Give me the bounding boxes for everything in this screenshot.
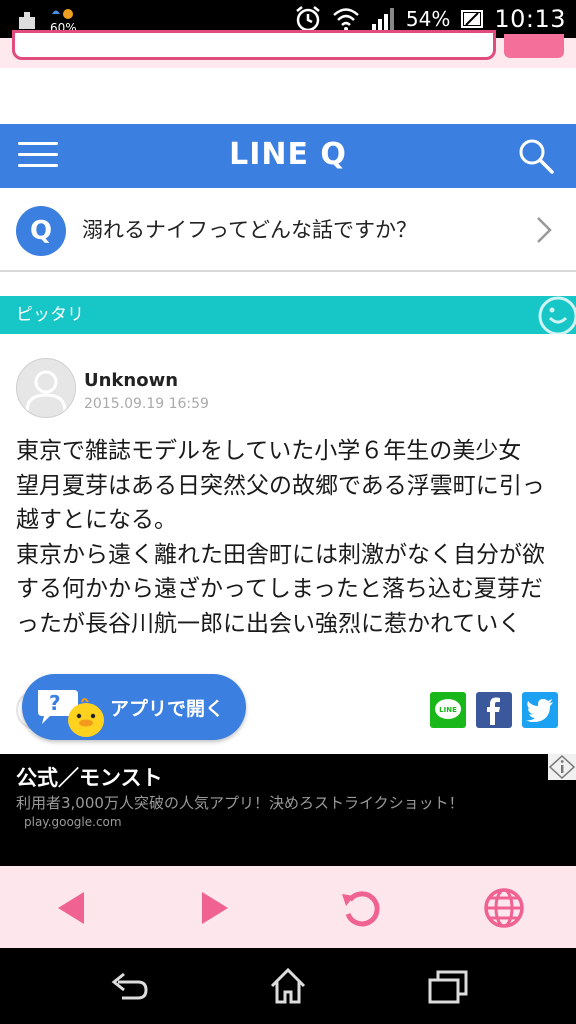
post-timestamp: 2015.09.19 16:59 (84, 396, 209, 412)
ad-title[interactable]: 公式／モンスト (16, 762, 163, 792)
svg-text:?: ? (49, 691, 61, 715)
alarm-icon (296, 6, 320, 32)
signal-icon (371, 8, 394, 30)
default-user-icon (25, 370, 67, 412)
facebook-icon (487, 697, 500, 725)
facebook-share-button[interactable] (476, 692, 512, 728)
reload-icon[interactable] (336, 884, 384, 932)
back-arrow-icon[interactable] (50, 884, 98, 932)
ad-description-text: 利用者3,000万人突破の人気アプリ！決めろストライクショット！ (16, 794, 464, 812)
app-logo[interactable]: LINE Q (188, 134, 388, 176)
hamburger-menu-icon[interactable] (18, 140, 58, 170)
forward-arrow-icon[interactable] (192, 884, 240, 932)
ad-info-button[interactable] (548, 754, 576, 780)
line-share-label: LINE (439, 706, 457, 714)
user-name[interactable]: Unknown (84, 370, 178, 391)
line-share-button[interactable]: LINE (430, 692, 466, 728)
sally-mascot-icon (68, 698, 104, 737)
open-in-app-label: アプリで開く (110, 698, 225, 720)
browser-search-button[interactable] (504, 34, 564, 58)
question-title[interactable]: 溺れるナイフってどんな話ですか？ (82, 210, 522, 250)
battery-percent: 54% (405, 7, 451, 31)
ad-description[interactable]: 利用者3,000万人突破の人気アプリ！決めろストライクショット！ play.goo… (16, 794, 476, 831)
search-icon[interactable] (516, 136, 556, 176)
category-band (0, 296, 576, 334)
twitter-icon (526, 699, 553, 722)
url-input[interactable] (12, 30, 496, 60)
info-icon (548, 754, 576, 780)
globe-icon[interactable] (480, 884, 528, 932)
wifi-icon (333, 8, 359, 31)
smile-badge-icon (538, 296, 576, 336)
system-back-icon[interactable] (104, 962, 152, 1010)
twitter-share-button[interactable] (522, 692, 558, 728)
clock: 10:13 (494, 5, 566, 33)
category-label: ピッタリ (16, 305, 84, 325)
line-icon: LINE (435, 699, 461, 719)
notification-icon (19, 12, 35, 29)
battery-icon (461, 10, 484, 28)
avatar[interactable] (16, 358, 76, 418)
answer-text: 東京で雑誌モデルをしていた小学６年生の美少女 望月夏芽はある日突然父の故郷である… (16, 438, 545, 637)
weather-icon (52, 9, 74, 19)
chevron-right-icon[interactable] (532, 214, 556, 246)
ad-source: play.google.com (24, 815, 122, 829)
question-badge: Q (16, 206, 66, 256)
system-recent-apps-icon[interactable] (424, 962, 472, 1010)
system-home-icon[interactable] (264, 962, 312, 1010)
